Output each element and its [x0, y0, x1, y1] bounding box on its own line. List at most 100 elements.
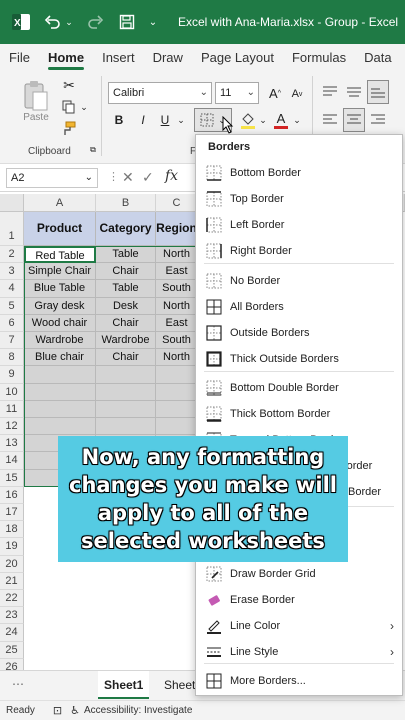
row-header[interactable]: 25 [0, 641, 24, 659]
table-cell[interactable]: Wardrobe [96, 332, 156, 350]
clipboard-launcher-icon[interactable]: ⧉ [88, 145, 98, 155]
menu-item-bottom-border[interactable]: Bottom Border [196, 161, 402, 185]
table-cell[interactable]: Blue Table [24, 280, 96, 298]
tab-formulas[interactable]: Formulas [283, 44, 355, 72]
table-cell[interactable] [156, 418, 198, 436]
table-cell[interactable]: Simple Chair [24, 263, 96, 281]
row-header[interactable]: 12 [0, 418, 24, 436]
menu-item-all-borders[interactable]: All Borders [196, 295, 402, 319]
menu-item-left-border[interactable]: Left Border [196, 213, 402, 237]
row-header[interactable]: 15 [0, 469, 24, 487]
shrink-font-icon[interactable]: Av [288, 84, 306, 104]
table-cell[interactable]: Wood chair [24, 314, 96, 332]
table-cell[interactable]: Chair [96, 314, 156, 332]
font-name-combo[interactable]: Calibri ⌄ [108, 82, 212, 104]
accessibility-status[interactable]: Accessibility: Investigate [84, 705, 192, 716]
table-cell[interactable] [96, 400, 156, 418]
table-cell[interactable] [96, 418, 156, 436]
sheet-tab-sheet1[interactable]: Sheet1 [98, 671, 150, 699]
row-header[interactable]: 19 [0, 538, 24, 556]
row-header[interactable]: 11 [0, 400, 24, 418]
table-cell[interactable] [24, 400, 96, 418]
row-header[interactable]: 10 [0, 383, 24, 401]
tab-file[interactable]: File [0, 44, 39, 72]
align-bottom-icon[interactable] [367, 80, 389, 104]
fill-color-dropdown-icon[interactable]: ⌄ [258, 110, 268, 130]
row-header[interactable]: 23 [0, 607, 24, 625]
menu-item-outside-borders[interactable]: Outside Borders [196, 321, 402, 345]
macro-record-icon[interactable]: ⊡ [53, 704, 62, 717]
italic-button[interactable]: I [134, 110, 152, 130]
save-icon[interactable] [116, 11, 138, 33]
insert-function-button[interactable]: fx [165, 168, 178, 184]
table-cell[interactable] [96, 383, 156, 401]
tab-insert[interactable]: Insert [93, 44, 144, 72]
font-color-dropdown-icon[interactable]: ⌄ [292, 110, 302, 130]
column-header-a[interactable]: A [24, 194, 96, 212]
table-cell[interactable]: North [156, 349, 198, 367]
menu-item-right-border[interactable]: Right Border [196, 239, 402, 263]
table-cell[interactable]: Table [96, 246, 156, 264]
table-cell[interactable]: Desk [96, 297, 156, 315]
table-cell[interactable]: South [156, 332, 198, 350]
row-header[interactable]: 9 [0, 366, 24, 384]
underline-button[interactable]: U [156, 110, 174, 130]
menu-item-line-color[interactable]: Line Color › [196, 614, 402, 638]
tab-page-layout[interactable]: Page Layout [192, 44, 283, 72]
undo-icon[interactable] [42, 11, 64, 33]
accessibility-icon[interactable]: ♿ [70, 704, 80, 717]
align-left-icon[interactable] [320, 110, 340, 130]
menu-item-line-style[interactable]: Line Style › [196, 640, 402, 664]
fill-color-icon[interactable] [240, 110, 256, 130]
select-all-corner[interactable] [0, 194, 24, 212]
table-cell[interactable]: Blue chair [24, 349, 96, 367]
table-cell[interactable] [156, 366, 198, 384]
tab-review[interactable]: Re [401, 44, 405, 72]
bold-button[interactable]: B [110, 110, 128, 130]
align-top-icon[interactable] [320, 82, 340, 102]
copy-icon[interactable] [60, 98, 78, 116]
enter-formula-icon[interactable]: ✓ [142, 169, 154, 186]
menu-item-draw-border-grid[interactable]: Draw Border Grid [196, 562, 402, 586]
menu-item-thick-outside-borders[interactable]: Thick Outside Borders [196, 347, 402, 371]
menu-item-bottom-double-border[interactable]: Bottom Double Border [196, 376, 402, 400]
row-header[interactable]: 13 [0, 435, 24, 453]
row-header[interactable]: 7 [0, 332, 24, 350]
row-header[interactable]: 21 [0, 572, 24, 590]
table-cell[interactable] [156, 383, 198, 401]
row-header[interactable]: 1 [0, 212, 24, 246]
row-header[interactable]: 2 [0, 246, 24, 264]
table-cell[interactable]: East [156, 263, 198, 281]
align-middle-icon[interactable] [344, 82, 364, 102]
table-cell[interactable]: East [156, 314, 198, 332]
row-header[interactable]: 20 [0, 555, 24, 573]
row-header[interactable]: 24 [0, 624, 24, 642]
menu-item-erase-border[interactable]: Erase Border [196, 588, 402, 612]
tab-data[interactable]: Data [355, 44, 400, 72]
underline-dropdown-icon[interactable]: ⌄ [176, 110, 186, 130]
table-cell[interactable] [24, 366, 96, 384]
column-header-b[interactable]: B [96, 194, 156, 212]
menu-item-thick-bottom-border[interactable]: Thick Bottom Border [196, 402, 402, 426]
table-header-cell[interactable]: Category [96, 212, 156, 246]
format-painter-icon[interactable] [60, 120, 78, 138]
row-header[interactable]: 17 [0, 504, 24, 522]
redo-icon[interactable] [84, 11, 106, 33]
table-cell[interactable] [24, 383, 96, 401]
row-header[interactable]: 22 [0, 590, 24, 608]
paste-button[interactable]: Paste [18, 76, 54, 126]
table-header-cell[interactable]: Product [24, 212, 96, 246]
align-right-icon[interactable] [368, 110, 388, 130]
more-sheets-icon[interactable]: ⋯ [12, 677, 24, 691]
align-center-icon[interactable] [343, 108, 365, 132]
table-cell[interactable]: Chair [96, 349, 156, 367]
cancel-formula-icon[interactable]: ✕ [122, 169, 134, 186]
table-cell[interactable]: South [156, 280, 198, 298]
table-cell[interactable]: Wardrobe [24, 332, 96, 350]
grow-font-icon[interactable]: A ^ [265, 82, 285, 104]
table-cell[interactable]: Gray desk [24, 297, 96, 315]
column-header-c[interactable]: C [156, 194, 198, 212]
table-cell[interactable] [156, 400, 198, 418]
tab-home[interactable]: Home [39, 44, 93, 72]
table-cell[interactable]: Chair [96, 263, 156, 281]
